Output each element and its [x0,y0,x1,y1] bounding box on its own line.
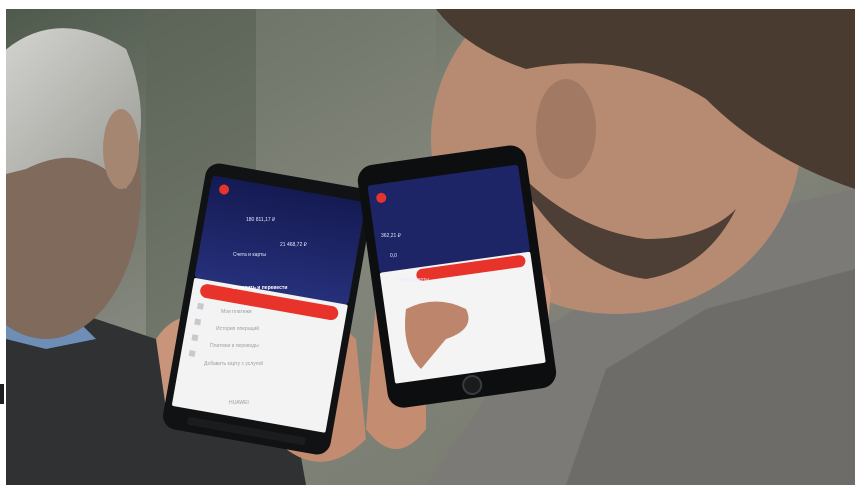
left-edge-mark [0,384,4,404]
photo-illustration [6,9,855,485]
photo: 180 811,17 ₽ 21 468,72 ₽ Счета и карты О… [6,9,855,485]
